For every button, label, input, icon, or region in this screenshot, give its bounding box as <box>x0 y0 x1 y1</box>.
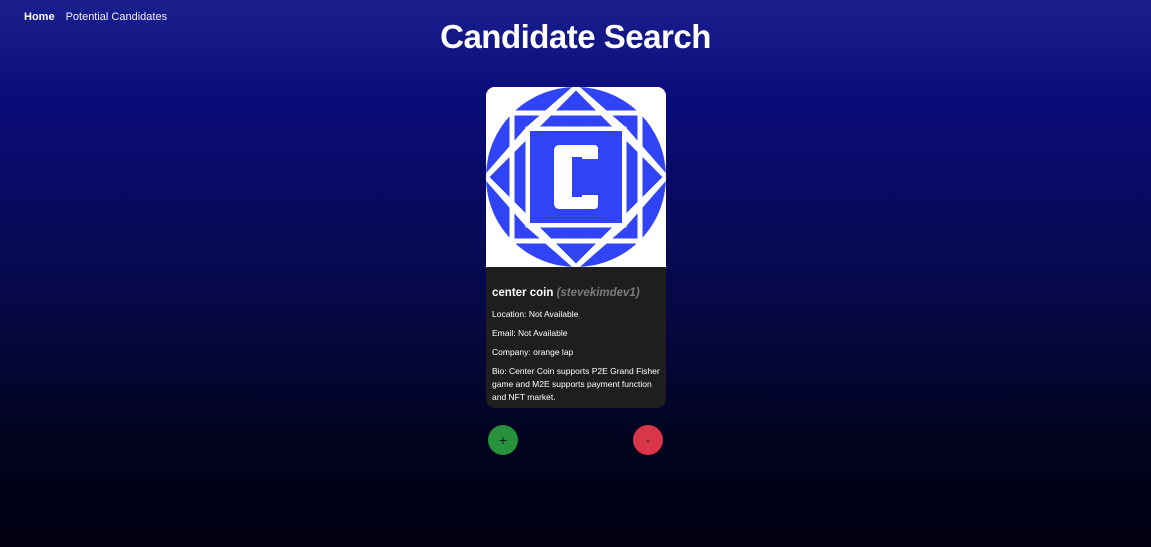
candidate-card: center coin (stevekimdev1) Location: Not… <box>486 87 666 408</box>
page-title: Candidate Search <box>440 18 711 55</box>
candidate-name-line: center coin (stevekimdev1) <box>492 287 666 300</box>
candidate-name: center coin <box>492 287 554 299</box>
candidate-email: Email: Not Available <box>492 328 568 338</box>
candidate-location: Location: Not Available <box>492 309 579 319</box>
candidate-company: Company: orange lap <box>492 347 574 357</box>
candidate-bio: Bio: Center Coin supports P2E Grand Fish… <box>492 366 660 402</box>
candidate-avatar <box>486 87 666 267</box>
candidate-login: (stevekimdev1) <box>556 287 640 299</box>
candidate-info: center coin (stevekimdev1) Location: Not… <box>486 267 666 404</box>
add-candidate-button[interactable]: + <box>488 425 518 455</box>
reject-candidate-button[interactable]: - <box>633 425 663 455</box>
